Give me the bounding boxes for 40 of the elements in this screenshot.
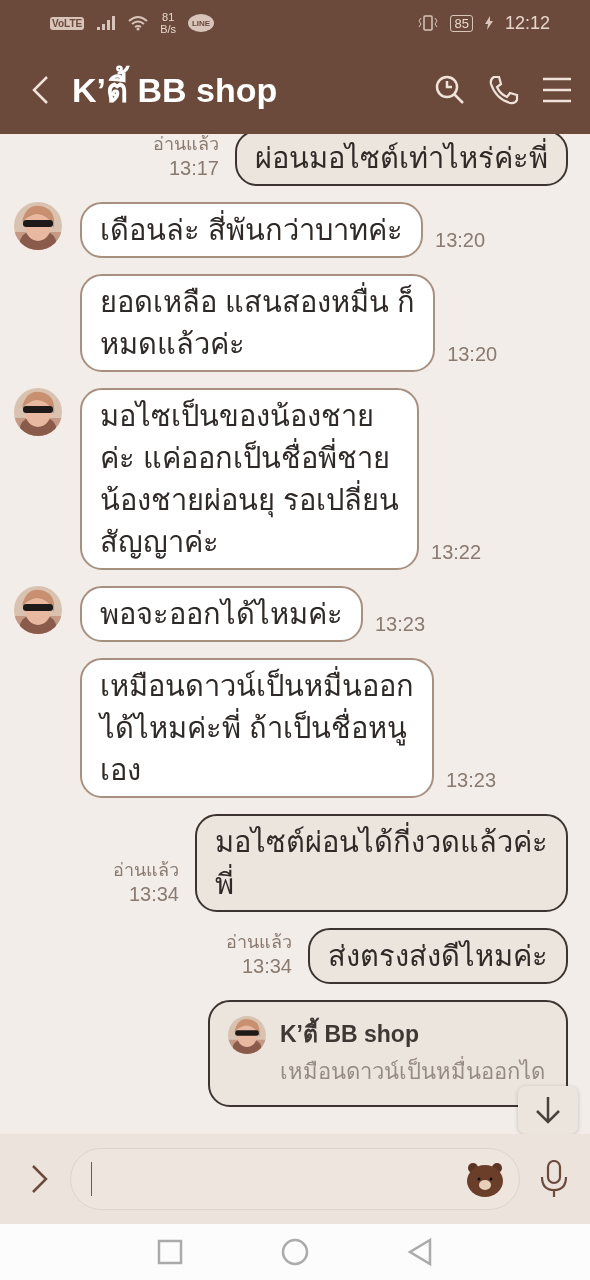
message-time: 13:23: [446, 768, 497, 792]
message-time: 13:22: [431, 540, 482, 564]
wifi-icon: [128, 15, 149, 31]
message-bubble: เหมือนดาวน์เป็นหมื่นออก ได้ไหมค่ะพี่ ถ้าเป็นชื่อหนู เอง: [80, 658, 434, 798]
chat-title: K’ตี้ BB shop: [72, 63, 412, 117]
message-time: 13:20: [447, 342, 498, 366]
message-bubble: พอจะออกได้ไหมค่ะ: [80, 586, 363, 642]
clock-time: 12:12: [504, 12, 550, 34]
battery-icon: 85: [450, 14, 473, 32]
call-button[interactable]: [488, 74, 520, 106]
menu-button[interactable]: [542, 77, 572, 103]
message-time: 13:34: [241, 954, 292, 978]
quoted-message: เหมือนดาวน์เป็นหมื่นออกได: [280, 1054, 545, 1089]
microphone-button[interactable]: [540, 1160, 568, 1198]
message-time: 13:20: [435, 228, 486, 252]
quoted-sender: K’ตี้ BB shop: [280, 1016, 545, 1052]
read-receipt: อ่านแล้ว: [113, 859, 179, 882]
expand-button[interactable]: [30, 1163, 50, 1195]
back-button[interactable]: [30, 74, 50, 106]
message-bubble: ผ่อนมอไซต์เท่าไหร่ค่ะพี่: [235, 134, 568, 186]
app-notification-icon: LINE: [188, 14, 215, 32]
signal-icon: [96, 15, 117, 31]
message-bubble: ส่งตรงส่งดีไหมค่ะ: [308, 928, 568, 984]
message-bubble: มอไซต์ผ่อนได้กี่งวดแล้วค่ะ พี่: [195, 814, 568, 912]
volte-icon: VoLTE: [50, 16, 85, 30]
vibrate-icon: [418, 14, 439, 32]
message-time: 13:34: [128, 882, 179, 906]
read-receipt: อ่านแล้ว: [226, 931, 292, 954]
arrow-down-icon: [533, 1095, 563, 1125]
message-time: 13:23: [375, 612, 426, 636]
message-bubble: เดือนล่ะ สี่พันกว่าบาทค่ะ: [80, 202, 424, 258]
message-time: 13:17: [168, 156, 219, 180]
message-bubble: ยอดเหลือ แสนสองหมื่น ก็ หมดแล้วค่ะ: [80, 274, 436, 372]
network-speed: 81 B/s: [160, 11, 177, 35]
scroll-down-button[interactable]: [518, 1086, 578, 1134]
sticker-button[interactable]: [465, 1160, 505, 1198]
charging-icon: [484, 16, 493, 30]
message-bubble: มอไซเป็นของน้องชาย ค่ะ แค่ออกเป็นชื่อพี่ชาย น้องชายผ่อนยุ รอเปลี่ยน สัญญาค่ะ: [80, 388, 420, 570]
read-receipt: อ่านแล้ว: [153, 134, 219, 156]
search-button[interactable]: [434, 74, 466, 106]
